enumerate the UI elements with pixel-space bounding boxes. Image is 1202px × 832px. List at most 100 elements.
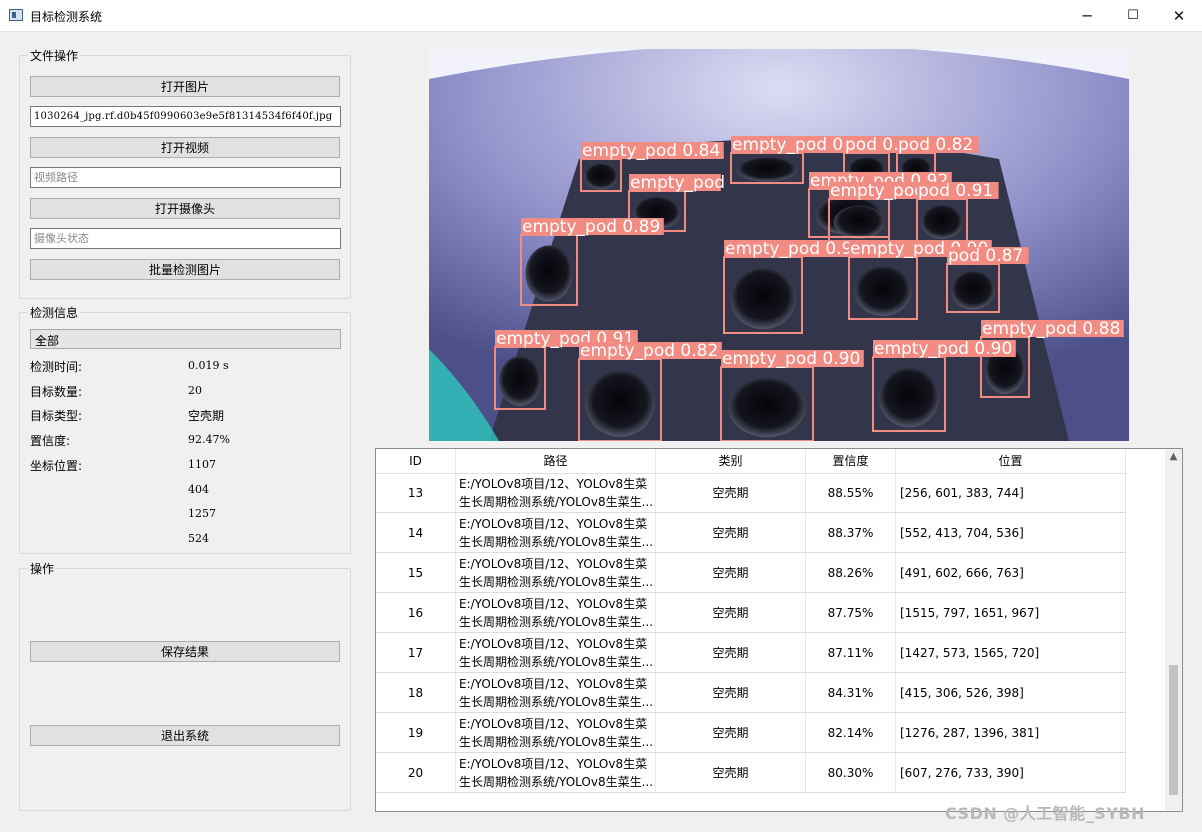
path-line: 生长周期检测系统/YOLOv8生菜生... [459,774,654,789]
id-cell[interactable]: 20 [376,753,456,792]
type-label: 目标类型: [30,409,83,423]
class-cell[interactable]: 空壳期 [656,473,806,512]
detection-image-canvas: empty_pod 0.92pod 0.90pod 0.82empty_pod … [429,49,1129,441]
pos-cell[interactable]: [256, 601, 383, 744] [896,473,1126,512]
conf-cell[interactable]: 87.75% [806,593,896,632]
video-path-field[interactable]: 视频路径 [30,167,341,188]
image-path-field[interactable]: 1030264_jpg.rf.d0b45f0990603e9e5f8131453… [30,106,341,127]
pos-cell[interactable]: [552, 413, 704, 536] [896,513,1126,552]
table-row[interactable]: 16 E:/YOLOv8项目/12、YOLOv8生菜 生长周期检测系统/YOLOv8… [376,593,1126,633]
window-title: 目标检测系统 [30,10,103,24]
conf-cell[interactable]: 84.31% [806,673,896,712]
path-line: 生长周期检测系统/YOLOv8生菜生... [459,534,654,549]
batch-detect-button[interactable]: 批量检测图片 [30,259,340,280]
conf-cell[interactable]: 88.55% [806,473,896,512]
conf-cell[interactable]: 88.37% [806,513,896,552]
conf-cell[interactable]: 80.30% [806,753,896,792]
pos-cell[interactable]: [607, 276, 733, 390] [896,753,1126,792]
pos-cell[interactable]: [1427, 573, 1565, 720] [896,633,1126,672]
header-conf[interactable]: 置信度 [806,449,896,473]
table-row[interactable]: 13 E:/YOLOv8项目/12、YOLOv8生菜 生长周期检测系统/YOLOv8… [376,473,1126,513]
path-line: 生长周期检测系统/YOLOv8生菜生... [459,654,654,669]
target-select[interactable]: 全部 ⌄ [30,329,341,349]
scroll-thumb[interactable] [1169,665,1178,795]
detection-label: pod 0.82 [898,135,973,155]
table-row[interactable]: 17 E:/YOLOv8项目/12、YOLOv8生菜 生长周期检测系统/YOLOv8… [376,633,1126,673]
path-line: 生长周期检测系统/YOLOv8生菜生... [459,734,654,749]
header-path[interactable]: 路径 [456,449,656,473]
conf-cell[interactable]: 87.11% [806,633,896,672]
path-text: E:/YOLOv8项目/12、YOLOv8生菜 生长周期检测系统/YOLOv8生菜… [459,475,653,511]
table-row[interactable]: 20 E:/YOLOv8项目/12、YOLOv8生菜 生长周期检测系统/YOLOv8… [376,753,1126,793]
path-cell[interactable]: E:/YOLOv8项目/12、YOLOv8生菜 生长周期检测系统/YOLOv8生菜… [456,473,656,512]
table-row[interactable]: 19 E:/YOLOv8项目/12、YOLOv8生菜 生长周期检测系统/YOLOv8… [376,713,1126,753]
pos-cell[interactable]: [1276, 287, 1396, 381] [896,713,1126,752]
pod-cup [730,268,796,330]
exit-system-button[interactable]: 退出系统 [30,725,340,746]
detect-info-group: 检测信息 全部 ⌄ 检测时间: 0.019 s 目标数量: 20 目标类型: 空… [19,304,351,554]
close-button[interactable]: ✕ [1156,0,1202,31]
path-line: E:/YOLOv8项目/12、YOLOv8生菜 [459,716,648,731]
scroll-up-icon[interactable]: ▲ [1165,451,1182,462]
open-camera-button[interactable]: 打开摄像头 [30,198,340,219]
pod-cup [878,368,940,428]
path-cell[interactable]: E:/YOLOv8项目/12、YOLOv8生菜 生长周期检测系统/YOLOv8生菜… [456,713,656,752]
id-cell[interactable]: 16 [376,593,456,632]
table-row[interactable]: 14 E:/YOLOv8项目/12、YOLOv8生菜 生长周期检测系统/YOLOv8… [376,513,1126,553]
path-cell[interactable]: E:/YOLOv8项目/12、YOLOv8生菜 生长周期检测系统/YOLOv8生菜… [456,633,656,672]
id-cell[interactable]: 13 [376,473,456,512]
path-cell[interactable]: E:/YOLOv8项目/12、YOLOv8生菜 生长周期检测系统/YOLOv8生菜… [456,753,656,792]
detect-info-title: 检测信息 [28,304,81,321]
path-line: 生长周期检测系统/YOLOv8生菜生... [459,694,654,709]
camera-status-field[interactable]: 摄像头状态 [30,228,341,249]
pos-cell[interactable]: [491, 602, 666, 763] [896,553,1126,592]
detection-label: empty_pod 0.84 [582,141,720,161]
conf-cell[interactable]: 82.14% [806,713,896,752]
time-label: 检测时间: [30,360,83,374]
count-value: 20 [188,384,202,397]
detection-label: empty_pod 0.89 [522,217,660,237]
maximize-button[interactable]: ☐ [1110,0,1156,31]
open-video-button[interactable]: 打开视频 [30,137,340,158]
path-cell[interactable]: E:/YOLOv8项目/12、YOLOv8生菜 生长周期检测系统/YOLOv8生菜… [456,513,656,552]
class-cell[interactable]: 空壳期 [656,513,806,552]
pod-cup [921,205,963,239]
detection-image: empty_pod 0.92 pod 0.90 pod 0.82 empty_pod … [429,49,1129,441]
class-cell[interactable]: 空壳期 [656,673,806,712]
conf-label: 置信度: [30,434,71,448]
header-pos[interactable]: 位置 [896,449,1126,473]
class-cell[interactable]: 空壳期 [656,633,806,672]
id-cell[interactable]: 17 [376,633,456,672]
header-id[interactable]: ID [376,449,456,473]
minimize-button[interactable]: ─ [1064,0,1110,31]
header-class[interactable]: 类别 [656,449,806,473]
table-row[interactable]: 18 E:/YOLOv8项目/12、YOLOv8生菜 生长周期检测系统/YOLOv8… [376,673,1126,713]
pos-cell[interactable]: [415, 306, 526, 398] [896,673,1126,712]
class-cell[interactable]: 空壳期 [656,593,806,632]
id-cell[interactable]: 15 [376,553,456,592]
open-image-button[interactable]: 打开图片 [30,76,340,97]
id-cell[interactable]: 19 [376,713,456,752]
class-cell[interactable]: 空壳期 [656,753,806,792]
pod-cup [499,356,541,406]
type-value: 空壳期 [188,409,225,423]
id-cell[interactable]: 18 [376,673,456,712]
results-table[interactable]: ID 路径 类别 置信度 位置 13 E:/YOLOv8项目/12、YOLOv8生… [375,448,1183,812]
table-scrollbar[interactable]: ▲ [1165,449,1182,811]
path-text: E:/YOLOv8项目/12、YOLOv8生菜 生长周期检测系统/YOLOv8生菜… [459,635,653,671]
path-text: E:/YOLOv8项目/12、YOLOv8生菜 生长周期检测系统/YOLOv8生菜… [459,595,653,631]
class-cell[interactable]: 空壳期 [656,553,806,592]
pos-cell[interactable]: [1515, 797, 1651, 967] [896,593,1126,632]
path-cell[interactable]: E:/YOLOv8项目/12、YOLOv8生菜 生长周期检测系统/YOLOv8生菜… [456,593,656,632]
save-results-button[interactable]: 保存结果 [30,641,340,662]
path-text: E:/YOLOv8项目/12、YOLOv8生菜 生长周期检测系统/YOLOv8生菜… [459,515,653,551]
path-cell[interactable]: E:/YOLOv8项目/12、YOLOv8生菜 生长周期检测系统/YOLOv8生菜… [456,673,656,712]
detection-label: pod 0.87 [948,246,1023,266]
class-cell[interactable]: 空壳期 [656,713,806,752]
id-cell[interactable]: 14 [376,513,456,552]
watermark: CSDN @人工智能_SYBH [945,804,1146,823]
table-row[interactable]: 15 E:/YOLOv8项目/12、YOLOv8生菜 生长周期检测系统/YOLOv8… [376,553,1126,593]
file-ops-title: 文件操作 [28,47,81,64]
conf-cell[interactable]: 88.26% [806,553,896,592]
path-cell[interactable]: E:/YOLOv8项目/12、YOLOv8生菜 生长周期检测系统/YOLOv8生菜… [456,553,656,592]
